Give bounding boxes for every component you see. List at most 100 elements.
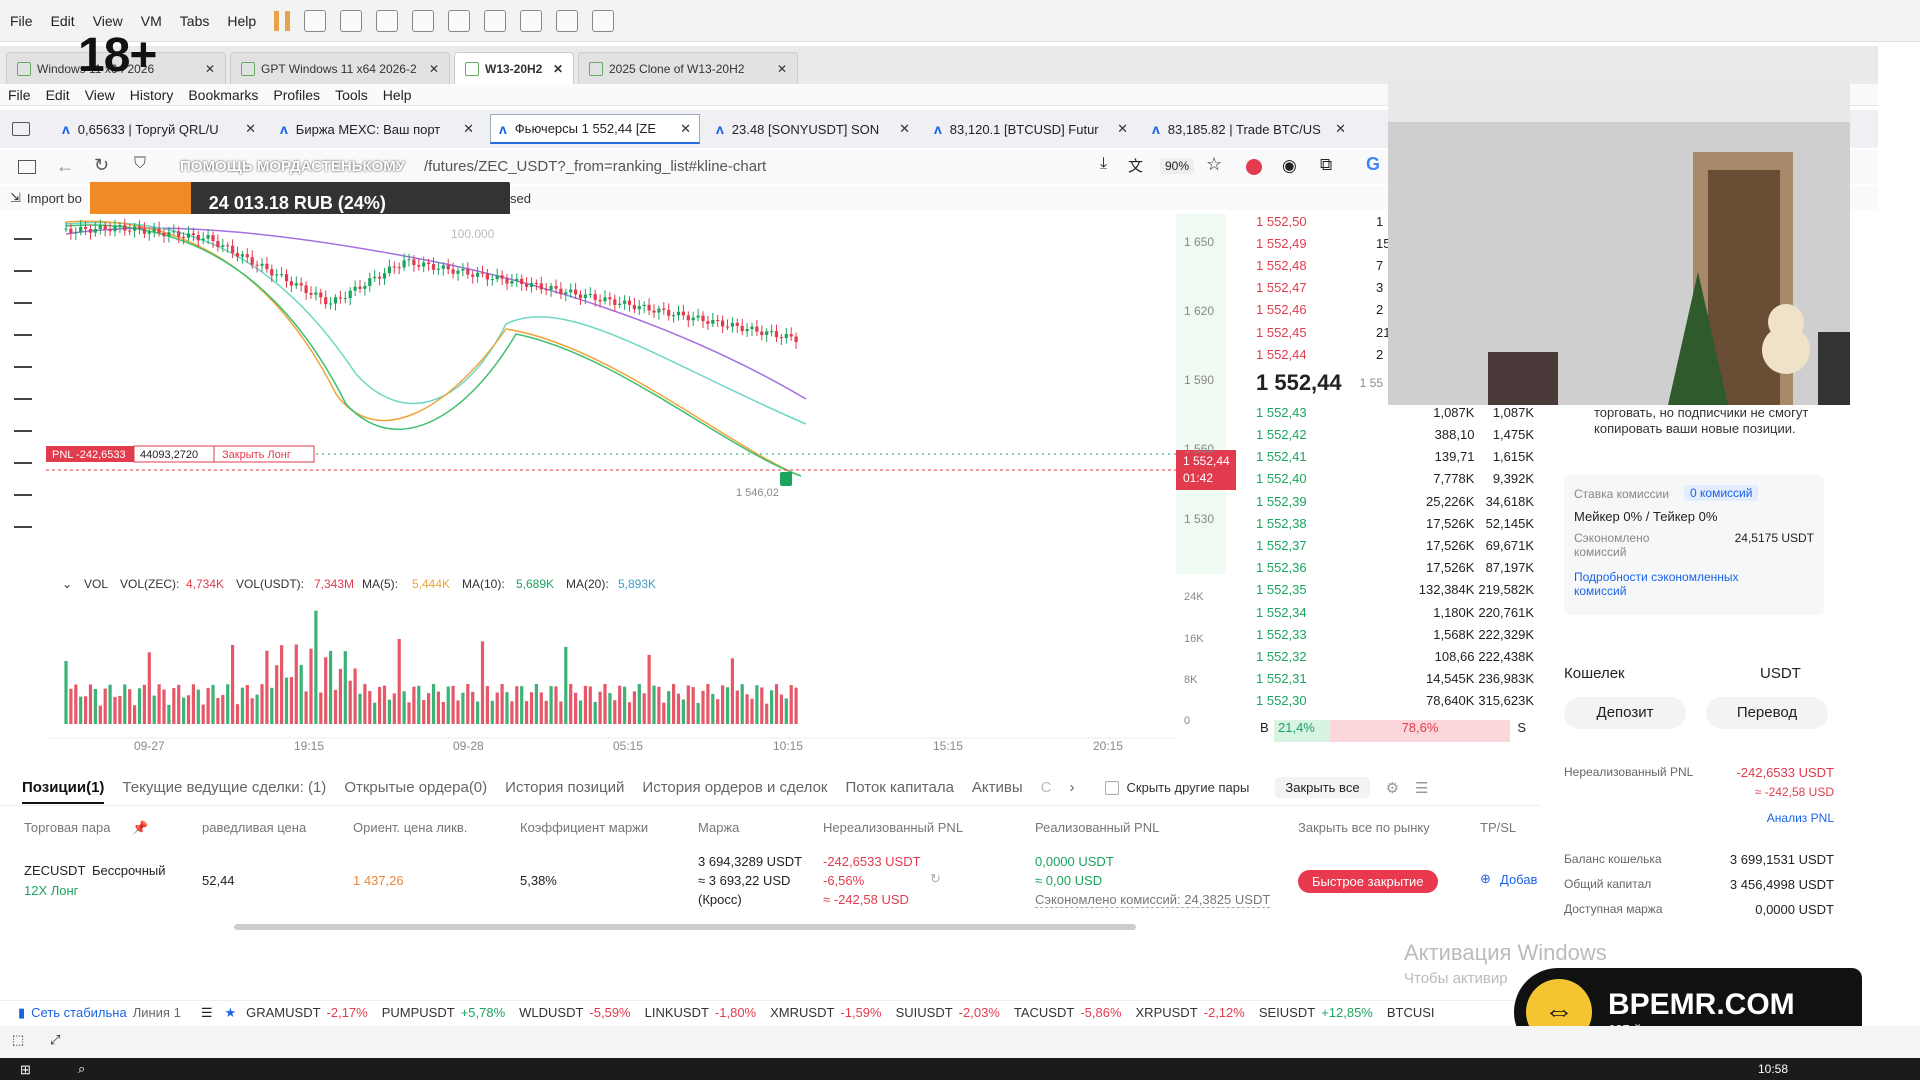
vertical-line-icon[interactable] xyxy=(14,290,32,304)
bid-row[interactable]: 1 552,31 14,545K 236,983K xyxy=(1244,668,1534,690)
extensions-icon[interactable]: ⧉ xyxy=(1320,155,1332,175)
ticker-symbol[interactable]: SEIUSDT xyxy=(1259,1005,1315,1020)
chevron-right-icon[interactable]: › xyxy=(1070,779,1075,796)
vm-tab[interactable]: 2025 Clone of W13-20H2 ✕ xyxy=(578,52,798,84)
fullscreen-icon[interactable] xyxy=(520,9,543,32)
browser-menu-help[interactable]: Help xyxy=(383,87,412,103)
bid-row[interactable]: 1 552,38 17,526K 52,145K xyxy=(1244,512,1534,534)
channel-icon[interactable] xyxy=(14,322,32,336)
bid-row[interactable]: 1 552,35 132,384K 219,582K xyxy=(1244,579,1534,601)
windows-start-icon[interactable]: ⊞ xyxy=(20,1062,31,1078)
ticker-symbol[interactable]: PUMPUSDT xyxy=(382,1005,455,1020)
bid-row[interactable]: 1 552,32 108,66 222,438K xyxy=(1244,645,1534,667)
pause-icon[interactable] xyxy=(274,10,291,31)
vm-tab-active[interactable]: W13-20H2 ✕ xyxy=(454,52,574,84)
browser-tab[interactable]: ʌ 23.48 [SONYUSDT] SON ✕ xyxy=(708,114,918,144)
tab-overview-icon[interactable] xyxy=(12,122,30,136)
ticker-symbol[interactable]: XMRUSDT xyxy=(770,1005,834,1020)
snapshot-icon[interactable] xyxy=(340,9,363,32)
close-icon[interactable]: ✕ xyxy=(429,62,439,76)
bid-row[interactable]: 1 552,39 25,226K 34,618K xyxy=(1244,490,1534,512)
clock[interactable]: 10:58 xyxy=(1758,1062,1788,1076)
terminal-icon[interactable] xyxy=(556,9,579,32)
pin-icon[interactable]: 📌 xyxy=(132,820,148,836)
tab-more[interactable]: С xyxy=(1041,779,1052,796)
browser-menu-bookmarks[interactable]: Bookmarks xyxy=(188,87,258,103)
fib-icon[interactable] xyxy=(14,354,32,368)
line-select[interactable]: Линия 1 xyxy=(133,1005,181,1020)
tab-capital-flow[interactable]: Поток капитала xyxy=(845,779,953,796)
deposit-button[interactable]: Депозит xyxy=(1564,697,1686,729)
ticker-symbol[interactable]: TACUSDT xyxy=(1014,1005,1074,1020)
bid-row[interactable]: 1 552,33 1,568K 222,329K xyxy=(1244,623,1534,645)
vm-menu-vm[interactable]: VM xyxy=(141,13,162,29)
bid-row[interactable]: 1 552,30 78,640K 315,623K xyxy=(1244,690,1534,712)
menu-icon[interactable]: ☰ xyxy=(201,1005,213,1021)
quick-close-button[interactable]: Быстрое закрытие xyxy=(1298,870,1438,893)
share-icon[interactable]: ↻ xyxy=(930,871,941,887)
reload-icon[interactable]: ↻ xyxy=(94,155,109,176)
close-icon[interactable]: ✕ xyxy=(680,121,691,137)
vm-menu-view[interactable]: View xyxy=(93,13,123,29)
bid-row[interactable]: 1 552,41 139,71 1,615K xyxy=(1244,446,1534,468)
hide-pairs-checkbox[interactable] xyxy=(1104,780,1119,795)
tab-position-history[interactable]: История позиций xyxy=(505,779,624,796)
browser-tab[interactable]: ʌ 83,120.1 [BTCUSD] Futur ✕ xyxy=(926,114,1136,144)
pattern-icon[interactable] xyxy=(14,386,32,400)
star-icon[interactable]: ☆ xyxy=(1206,154,1222,175)
tab-open-orders[interactable]: Открытые ордера(0) xyxy=(344,779,487,796)
close-long-button[interactable]: Закрыть Лонг xyxy=(222,449,291,461)
bid-row[interactable]: 1 552,34 1,180K 220,761K xyxy=(1244,601,1534,623)
close-icon[interactable]: ✕ xyxy=(463,121,474,137)
text-icon[interactable] xyxy=(14,418,32,432)
close-icon[interactable]: ✕ xyxy=(777,62,787,76)
hide-icon[interactable] xyxy=(14,482,32,496)
close-icon[interactable]: ✕ xyxy=(205,62,215,76)
screenshot-icon[interactable]: ⬚ xyxy=(12,1032,24,1048)
candlestick-chart[interactable]: PNL -242,6533 44093,2720 Закрыть Лонг 1 … xyxy=(46,214,1236,754)
pnl-analysis-link[interactable]: Анализ PNL xyxy=(1767,811,1834,825)
bookmark-import[interactable]: Import bo xyxy=(27,191,82,206)
resize-icon[interactable]: ⤢ xyxy=(50,1032,60,1048)
add-tpsl-icon[interactable]: ⊕ xyxy=(1480,871,1491,887)
block-icon[interactable] xyxy=(1246,159,1262,175)
ticker-symbol[interactable]: LINKUSDT xyxy=(645,1005,709,1020)
currency-select[interactable]: USDT xyxy=(1760,665,1801,682)
vm-tab[interactable]: GPT Windows 11 x64 2026-2 ✕ xyxy=(230,52,450,84)
console-view-icon[interactable] xyxy=(484,9,507,32)
shield-icon[interactable]: ⛉ xyxy=(134,155,146,173)
horizontal-scrollbar[interactable] xyxy=(234,924,1136,930)
snapshot-manager-icon[interactable] xyxy=(412,9,435,32)
tab-positions[interactable]: Позиции(1) xyxy=(22,779,105,804)
close-icon[interactable]: ✕ xyxy=(1335,121,1346,137)
zoom-level[interactable]: 90% xyxy=(1160,158,1195,174)
back-icon[interactable]: ← xyxy=(56,156,74,177)
bid-row[interactable]: 1 552,37 17,526K 69,671K xyxy=(1244,534,1534,556)
tab-order-history[interactable]: История ордеров и сделок xyxy=(642,779,827,796)
horizontal-line-icon[interactable] xyxy=(14,226,32,240)
ticker-symbol[interactable]: GRAMUSDT xyxy=(246,1005,320,1020)
browser-menu-edit[interactable]: Edit xyxy=(46,87,70,103)
ticker-symbol[interactable]: BTCUSI xyxy=(1387,1005,1435,1020)
search-icon[interactable]: ⌕ xyxy=(78,1061,85,1077)
tab-copy-trades[interactable]: Текущие ведущие сделки: (1) xyxy=(122,779,326,796)
saved-details-link[interactable]: Подробности сэкономленных комиссий xyxy=(1574,570,1774,598)
sidebar-toggle-icon[interactable] xyxy=(18,160,36,174)
browser-menu-file[interactable]: File xyxy=(8,87,31,103)
pair[interactable]: ZECUSDT xyxy=(24,863,85,878)
ray-icon[interactable] xyxy=(14,258,32,272)
browser-tab-active[interactable]: ʌ Фьючерсы 1 552,44 [ZE ✕ xyxy=(490,114,700,144)
vm-menu-file[interactable]: File xyxy=(10,13,33,29)
browser-tab[interactable]: ʌ 83,185.82 | Trade BTC/US ✕ xyxy=(1144,114,1354,144)
ticker-symbol[interactable]: SUIUSDT xyxy=(896,1005,953,1020)
printer-icon[interactable] xyxy=(304,9,327,32)
close-icon[interactable]: ✕ xyxy=(553,62,563,76)
browser-menu-tools[interactable]: Tools xyxy=(335,87,368,103)
translate-icon[interactable]: 文 xyxy=(1128,155,1143,176)
ticker-symbol[interactable]: WLDUSDT xyxy=(519,1005,583,1020)
vm-menu-tabs[interactable]: Tabs xyxy=(180,13,210,29)
transfer-button[interactable]: Перевод xyxy=(1706,697,1828,729)
vm-menu-edit[interactable]: Edit xyxy=(51,13,75,29)
account-icon[interactable]: ◉ xyxy=(1282,156,1297,176)
google-icon[interactable]: G xyxy=(1366,154,1380,175)
